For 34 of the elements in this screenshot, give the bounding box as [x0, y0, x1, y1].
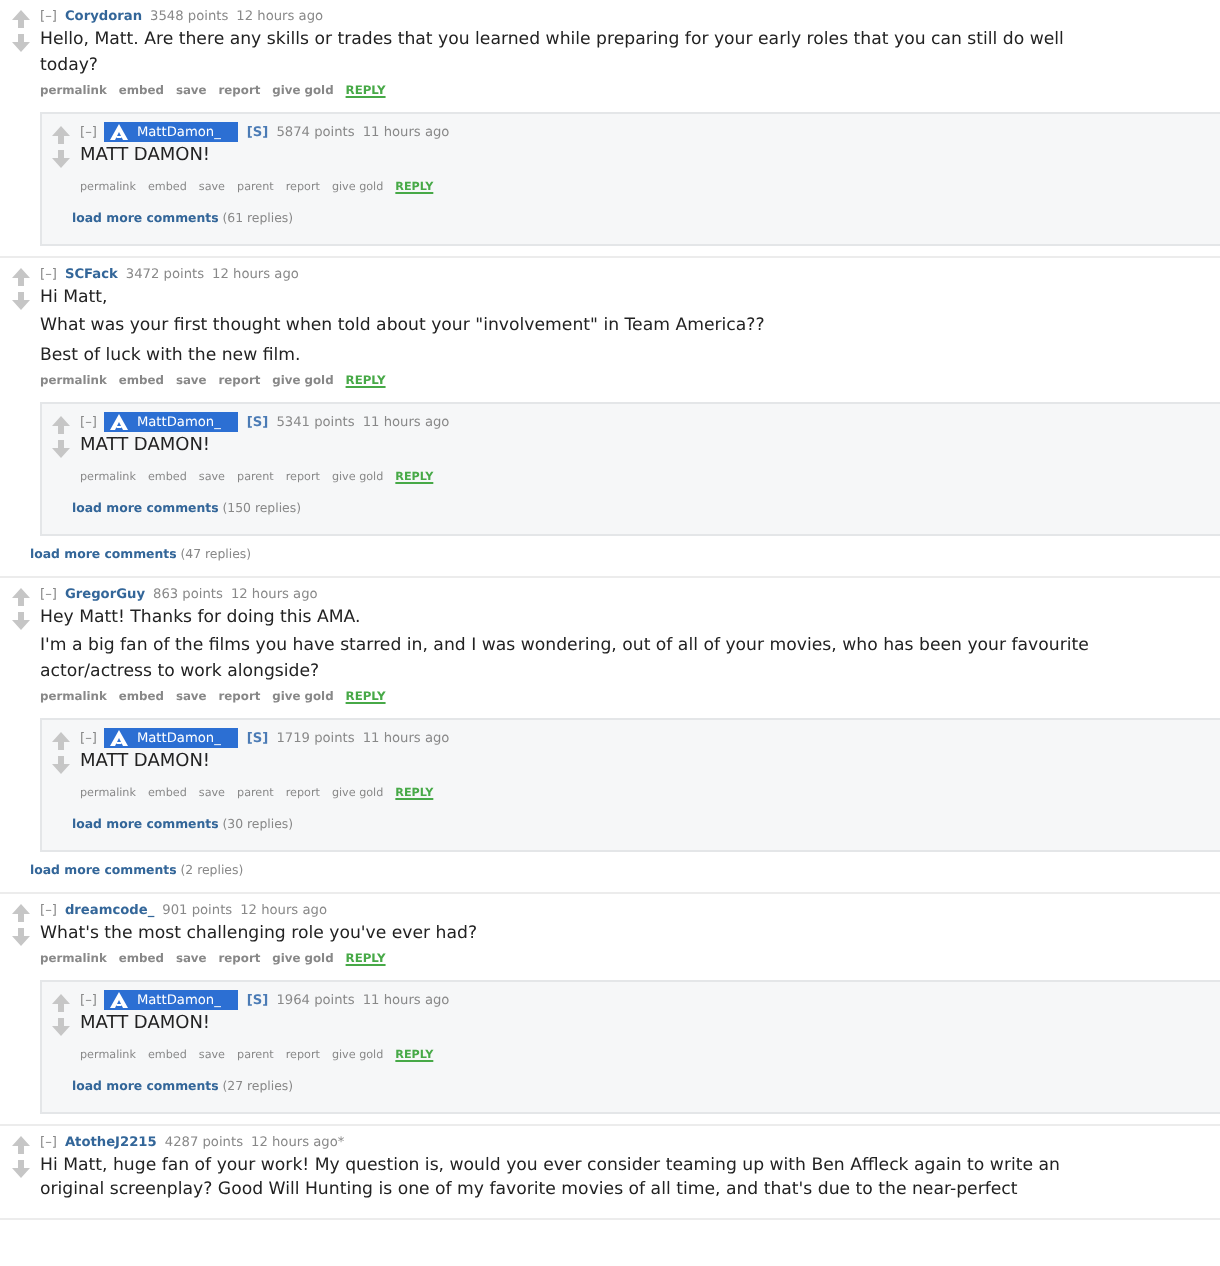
comment-text: Hello, Matt. Are there any skills or trades that you learned while preparing for your early roles that you can still do well today?	[40, 28, 1066, 78]
upvote-icon[interactable]	[12, 587, 30, 605]
triangle-icon	[110, 124, 129, 140]
triangle-icon	[110, 730, 129, 746]
downvote-icon[interactable]	[12, 34, 30, 52]
downvote-icon[interactable]	[12, 291, 30, 309]
upvote-icon[interactable]	[12, 10, 30, 28]
downvote-icon[interactable]	[52, 150, 70, 168]
upvote-icon[interactable]	[12, 267, 30, 285]
downvote-icon[interactable]	[52, 756, 70, 774]
comment-text: Hi Matt, huge fan of your work! My question is, would you ever consider teaming up with Ben Affleck again to write an original screenplay? Good Will Hunting is one of my favorite movies of all time, and that's due to the near-perfect	[40, 1153, 1062, 1203]
upvote-icon[interactable]	[52, 732, 70, 750]
upvote-icon[interactable]	[52, 126, 70, 144]
downvote-icon[interactable]	[52, 440, 70, 458]
triangle-icon	[110, 414, 129, 430]
comment-text: What's the most challenging role you've ever had?	[40, 921, 480, 946]
comment-text: MATT DAMON!	[80, 434, 213, 459]
upvote-icon[interactable]	[52, 994, 70, 1012]
comment-text: MATT DAMON!	[80, 750, 213, 775]
downvote-icon[interactable]	[12, 927, 30, 945]
downvote-icon[interactable]	[12, 1159, 30, 1177]
upvote-icon[interactable]	[12, 1135, 30, 1153]
comment-text: I'm a big fan of the films you have starred in, and I was wondering, out of all of your movies, who has been your favourite actor/actress to work alongside?	[40, 634, 1091, 684]
comment-text: Hi Matt,	[40, 285, 110, 310]
downvote-icon[interactable]	[52, 1018, 70, 1036]
upvote-icon[interactable]	[12, 903, 30, 921]
downvote-icon[interactable]	[12, 611, 30, 629]
comment-text: MATT DAMON!	[80, 144, 213, 169]
comment-text: Best of luck with the new film.	[40, 343, 303, 368]
triangle-icon	[110, 992, 129, 1008]
comment-text: Hey Matt! Thanks for doing this AMA.	[40, 605, 363, 630]
upvote-icon[interactable]	[52, 416, 70, 434]
comment-text: What was your first thought when told about your "involvement" in Team America??	[40, 314, 767, 339]
comment-text: MATT DAMON!	[80, 1012, 213, 1037]
